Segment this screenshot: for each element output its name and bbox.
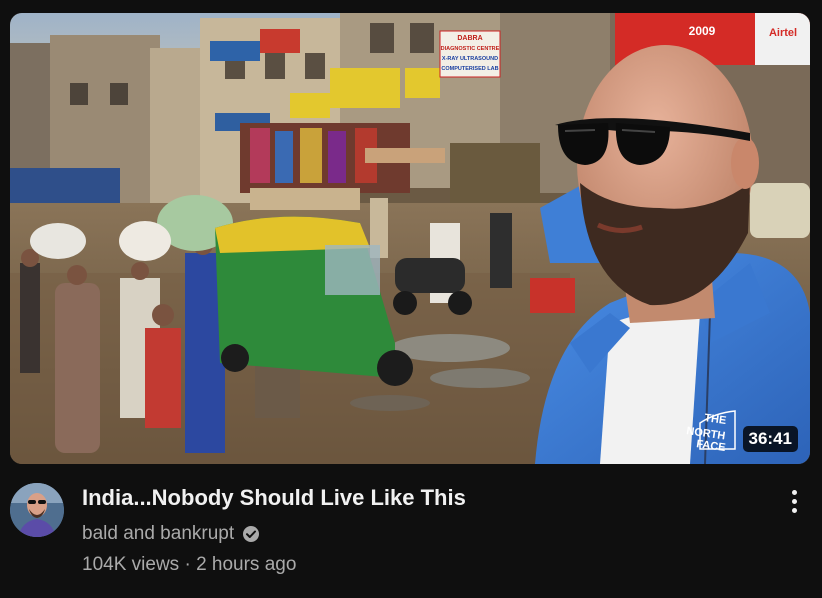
svg-text:Airtel: Airtel <box>769 27 797 39</box>
video-thumbnail[interactable]: DABRA DIAGNOSTIC CENTRE X-RAY ULTRASOUND… <box>10 13 810 464</box>
thumbnail-scene: DABRA DIAGNOSTIC CENTRE X-RAY ULTRASOUND… <box>10 13 810 464</box>
channel-row: bald and bankrupt <box>82 521 260 547</box>
video-title[interactable]: India...Nobody Should Live Like This <box>82 483 466 513</box>
avatar-image <box>10 483 64 537</box>
duration-badge: 36:41 <box>742 426 798 452</box>
video-stats: 104K views · 2 hours ago <box>82 552 296 578</box>
view-count: 104K views <box>82 554 180 575</box>
menu-dot <box>791 498 797 504</box>
channel-avatar[interactable] <box>10 483 64 537</box>
svg-text:DABRA: DABRA <box>457 35 482 42</box>
svg-text:X-RAY ULTRASOUND: X-RAY ULTRASOUND <box>442 56 498 62</box>
more-vert-icon[interactable] <box>782 484 806 518</box>
video-meta: India...Nobody Should Live Like This bal… <box>10 480 810 590</box>
svg-text:DIAGNOSTIC CENTRE: DIAGNOSTIC CENTRE <box>441 46 500 52</box>
stats-separator: · <box>184 554 191 575</box>
menu-dot <box>791 489 797 495</box>
svg-text:COMPUTERISED LAB: COMPUTERISED LAB <box>441 66 498 72</box>
svg-text:2009: 2009 <box>689 24 716 38</box>
diagnostic-centre-sign: DABRA DIAGNOSTIC CENTRE X-RAY ULTRASOUND… <box>439 30 501 78</box>
verified-check-icon <box>243 526 260 542</box>
channel-name[interactable]: bald and bankrupt <box>82 521 234 547</box>
upload-age: 2 hours ago <box>196 554 297 575</box>
menu-dot <box>791 507 797 513</box>
video-card[interactable]: DABRA DIAGNOSTIC CENTRE X-RAY ULTRASOUND… <box>0 0 822 598</box>
